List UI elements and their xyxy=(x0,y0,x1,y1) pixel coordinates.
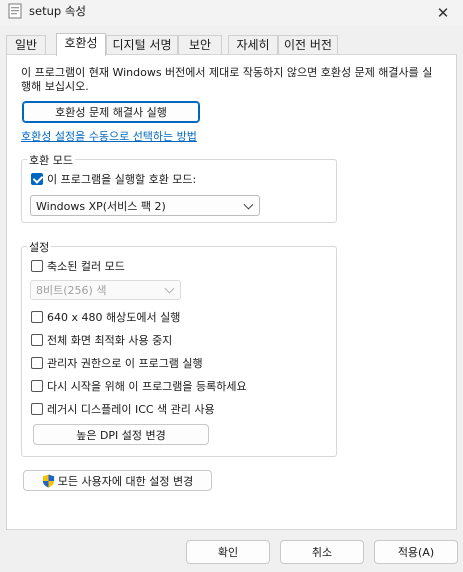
compat-mode-title: 호환 모드 xyxy=(27,152,75,168)
chevron-down-icon xyxy=(243,199,254,210)
legacy-icc-label: 레거시 디스플레이 ICC 색 관리 사용 xyxy=(47,403,215,416)
window-title: setup 속성 xyxy=(29,4,86,18)
change-all-users-button[interactable]: 모든 사용자에 대한 설정 변경 xyxy=(23,470,212,491)
register-restart-label: 다시 시작을 위해 이 프로그램을 등록하세요 xyxy=(47,380,247,393)
color-mode-select: 8비트(256) 색 xyxy=(30,280,181,300)
run-640x480-label: 640 x 480 해상도에서 실행 xyxy=(47,311,181,324)
settings-group: 설정 축소된 컬러 모드 8비트(256) 색 640 x 480 해상도에서 … xyxy=(21,239,337,457)
manual-settings-link[interactable]: 호환성 설정을 수동으로 선택하는 방법 xyxy=(21,128,197,144)
os-select[interactable]: Windows XP(서비스 팩 2) xyxy=(30,195,260,216)
intro-text: 이 프로그램이 현재 Windows 버전에서 제대로 작동하지 않으면 호환성… xyxy=(21,66,433,93)
tab-digital-signatures[interactable]: 디지털 서명 xyxy=(106,35,178,55)
register-restart-checkbox[interactable]: 다시 시작을 위해 이 프로그램을 등록하세요 xyxy=(31,379,247,393)
uac-shield-icon xyxy=(42,474,54,487)
cancel-button[interactable]: 취소 xyxy=(280,540,364,564)
chevron-down-icon xyxy=(164,283,175,294)
run-as-admin-label: 관리자 권한으로 이 프로그램 실행 xyxy=(47,357,203,370)
ok-button[interactable]: 확인 xyxy=(186,540,270,564)
run-troubleshooter-button[interactable]: 호환성 문제 해결사 실행 xyxy=(22,101,200,123)
compat-mode-checkbox-label: 이 프로그램을 실행할 호환 모드: xyxy=(47,173,197,186)
checkbox-check-icon xyxy=(31,173,43,185)
tab-previous-versions[interactable]: 이전 버전 xyxy=(278,35,338,55)
tab-details[interactable]: 자세히 xyxy=(228,35,278,55)
compat-mode-group: 호환 모드 이 프로그램을 실행할 호환 모드: Windows XP(서비스 … xyxy=(21,152,337,223)
compat-mode-checkbox[interactable]: 이 프로그램을 실행할 호환 모드: xyxy=(31,172,196,186)
reduced-color-label: 축소된 컬러 모드 xyxy=(47,260,125,273)
reduced-color-checkbox[interactable]: 축소된 컬러 모드 xyxy=(31,259,125,273)
close-button[interactable]: ✕ xyxy=(423,0,463,26)
disable-fullscreen-opt-checkbox[interactable]: 전체 화면 최적화 사용 중지 xyxy=(31,333,172,347)
run-as-admin-checkbox[interactable]: 관리자 권한으로 이 프로그램 실행 xyxy=(31,356,203,370)
tab-compatibility[interactable]: 호환성 xyxy=(56,33,106,56)
tab-general[interactable]: 일반 xyxy=(6,35,46,55)
os-select-value: Windows XP(서비스 팩 2) xyxy=(36,199,166,213)
change-all-users-label: 모든 사용자에 대한 설정 변경 xyxy=(57,474,194,488)
run-640x480-checkbox[interactable]: 640 x 480 해상도에서 실행 xyxy=(31,310,180,324)
title-bar: setup 속성 ✕ xyxy=(0,0,463,26)
high-dpi-button[interactable]: 높은 DPI 설정 변경 xyxy=(33,424,209,445)
close-icon: ✕ xyxy=(436,4,450,22)
apply-button[interactable]: 적용(A) xyxy=(374,540,458,564)
color-mode-value: 8비트(256) 색 xyxy=(36,284,107,297)
legacy-icc-checkbox[interactable]: 레거시 디스플레이 ICC 색 관리 사용 xyxy=(31,402,215,416)
compatibility-panel: 이 프로그램이 현재 Windows 버전에서 제대로 작동하지 않으면 호환성… xyxy=(6,54,457,530)
disable-fullscreen-opt-label: 전체 화면 최적화 사용 중지 xyxy=(47,334,173,347)
settings-title: 설정 xyxy=(27,239,52,255)
tab-security[interactable]: 보안 xyxy=(178,35,222,55)
app-icon xyxy=(8,3,22,19)
